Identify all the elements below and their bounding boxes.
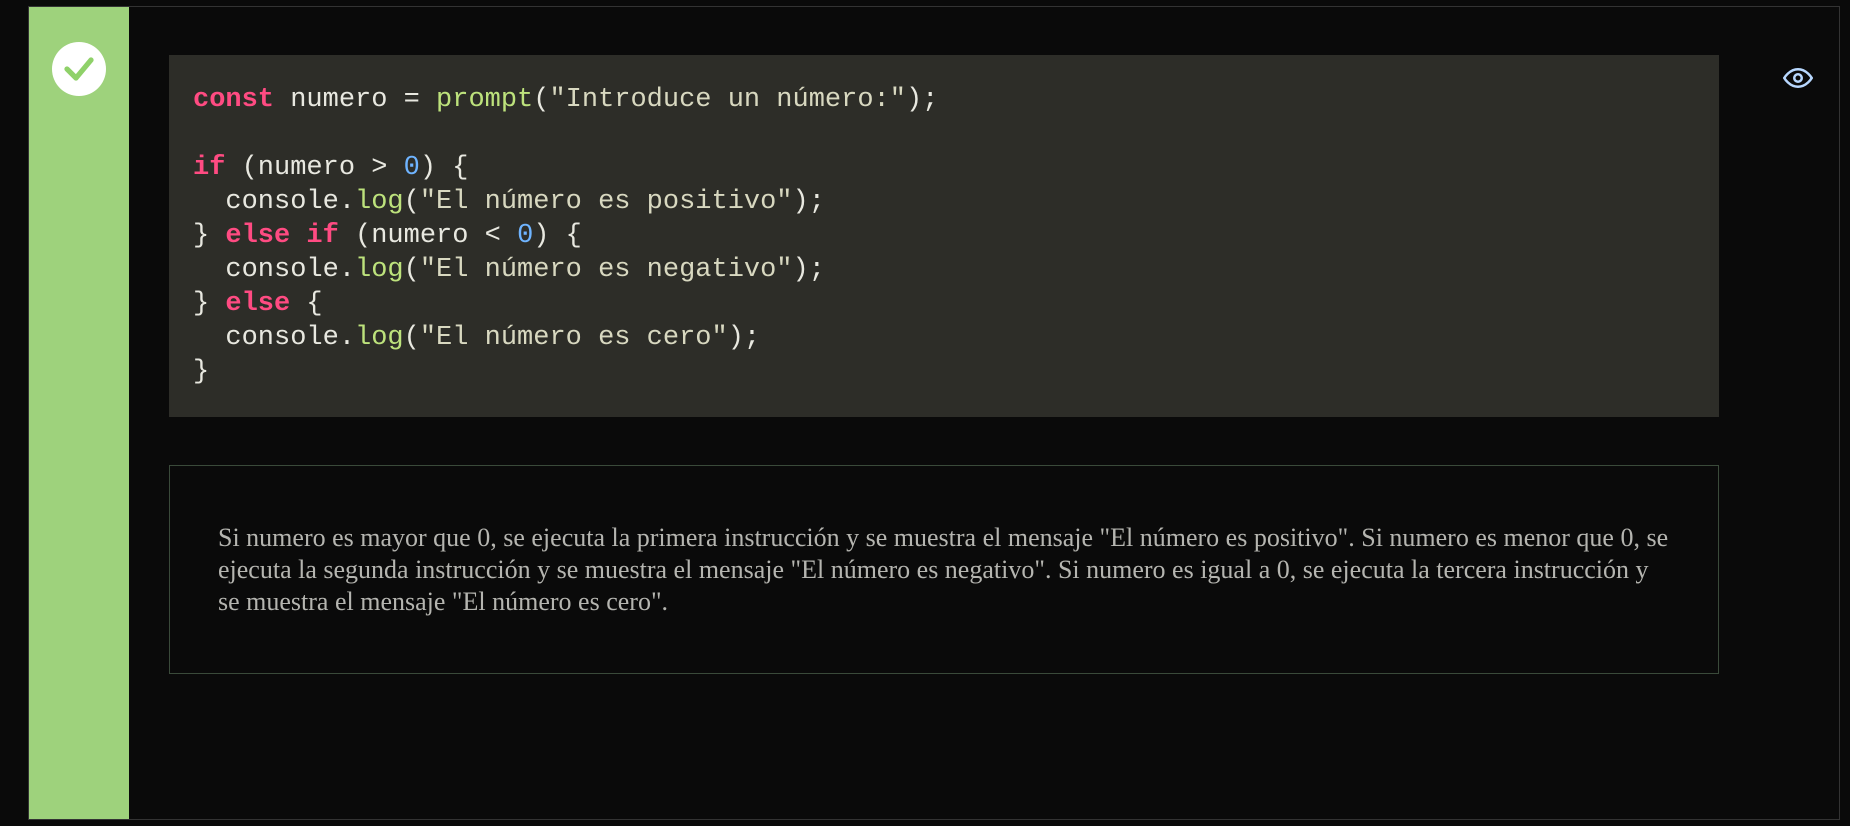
explanation-box: Si numero es mayor que 0, se ejecuta la … <box>169 465 1719 674</box>
explanation-text: Si numero es mayor que 0, se ejecuta la … <box>218 523 1668 615</box>
code-text: ) { <box>420 153 469 183</box>
visibility-toggle[interactable] <box>1783 63 1813 93</box>
code-text: (numero > <box>225 153 403 183</box>
code-string: "El número es cero" <box>420 323 728 353</box>
exercise-content: const numero = prompt("Introduce un núme… <box>129 7 1839 819</box>
code-text: numero = <box>274 85 436 115</box>
code-text: ( <box>533 85 549 115</box>
code-text: } <box>193 221 225 251</box>
status-bar <box>29 7 129 819</box>
code-text: ( <box>404 187 420 217</box>
code-keyword: else <box>225 289 290 319</box>
code-text: } <box>193 357 209 387</box>
code-number: 0 <box>517 221 533 251</box>
code-text: console. <box>193 323 355 353</box>
code-function: prompt <box>436 85 533 115</box>
code-string: "El número es positivo" <box>420 187 793 217</box>
code-string: "Introduce un número:" <box>549 85 905 115</box>
code-text: ); <box>793 187 825 217</box>
code-text: { <box>290 289 322 319</box>
exercise-card: const numero = prompt("Introduce un núme… <box>28 6 1840 820</box>
code-text: ( <box>404 323 420 353</box>
code-text: } <box>193 289 225 319</box>
code-text: (numero < <box>339 221 517 251</box>
code-text: console. <box>193 187 355 217</box>
code-method: log <box>355 323 404 353</box>
code-method: log <box>355 255 404 285</box>
code-text: ); <box>906 85 938 115</box>
code-text: ); <box>728 323 760 353</box>
code-keyword: const <box>193 85 274 115</box>
code-text: console. <box>193 255 355 285</box>
code-number: 0 <box>404 153 420 183</box>
code-text: ); <box>793 255 825 285</box>
correct-badge <box>52 42 106 96</box>
code-text: ( <box>404 255 420 285</box>
code-block: const numero = prompt("Introduce un núme… <box>169 55 1719 417</box>
code-method: log <box>355 187 404 217</box>
code-keyword: else if <box>225 221 338 251</box>
eye-icon <box>1783 63 1813 93</box>
code-text: ) { <box>533 221 582 251</box>
check-icon <box>61 51 97 87</box>
code-keyword: if <box>193 153 225 183</box>
code-string: "El número es negativo" <box>420 255 793 285</box>
